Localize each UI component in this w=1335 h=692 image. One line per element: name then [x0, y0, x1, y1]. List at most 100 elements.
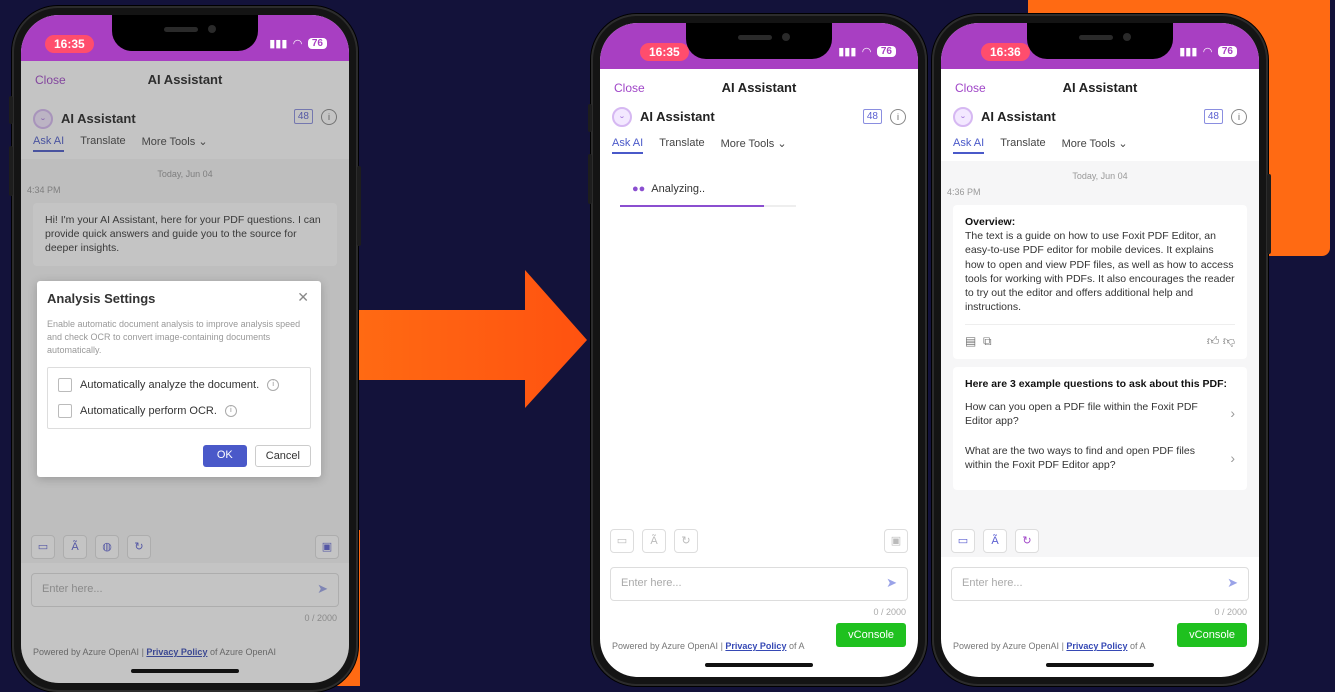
vconsole-button[interactable]: vConsole	[1177, 623, 1247, 647]
send-icon[interactable]: ➤	[886, 575, 897, 591]
cancel-button[interactable]: Cancel	[254, 445, 311, 468]
wifi-icon: ◠	[293, 38, 302, 50]
arrow-right-icon	[358, 270, 587, 408]
chat-area: ●● Analyzing..	[600, 161, 918, 557]
overview-text: The text is a guide on how to use Foxit …	[965, 230, 1235, 314]
nav-bar: Close AI Assistant	[600, 69, 918, 110]
analysis-progress	[620, 205, 796, 207]
battery-icon: 76	[307, 38, 327, 49]
refresh-icon[interactable]: ↻	[1015, 529, 1039, 553]
chevron-right-icon: ›	[1230, 405, 1235, 422]
info-icon[interactable]: i	[890, 109, 906, 125]
questions-message: Here are 3 example questions to ask abou…	[953, 367, 1247, 491]
thumbs-down-icon[interactable]: 👎︎	[1223, 334, 1235, 348]
dialog-title: Analysis Settings	[47, 291, 156, 306]
status-time: 16:36	[981, 43, 1030, 61]
info-icon[interactable]: i	[267, 379, 280, 392]
tab-translate[interactable]: Translate	[1000, 137, 1045, 154]
thumbs-up-icon[interactable]: 👍︎	[1207, 334, 1220, 348]
tab-ask-ai[interactable]: Ask AI	[953, 137, 985, 154]
status-time: 16:35	[640, 43, 689, 61]
tab-more-tools[interactable]: More Tools ⌄	[1062, 137, 1128, 154]
chevron-right-icon: ›	[1230, 449, 1235, 466]
close-icon[interactable]: ✕	[297, 289, 309, 306]
tab-more-tools[interactable]: More Tools ⌄	[721, 137, 787, 154]
status-time: 16:35	[45, 35, 94, 53]
assistant-logo-icon: ᵕ	[612, 107, 632, 127]
analysis-settings-dialog: Analysis Settings ✕ Enable automatic doc…	[37, 281, 321, 478]
refresh-icon[interactable]: ↻	[674, 529, 698, 553]
checkbox-ocr[interactable]	[58, 404, 72, 419]
info-icon[interactable]: i	[224, 405, 237, 418]
copy-icon[interactable]: ⧉	[983, 334, 992, 348]
chat-date: Today, Jun 04	[1072, 171, 1128, 181]
option-analyze[interactable]: Automatically analyze the document. i	[58, 372, 300, 398]
analyzing-indicator: ●● Analyzing..	[620, 173, 794, 205]
suggested-question[interactable]: How can you open a PDF file within the F…	[965, 392, 1235, 436]
home-indicator	[1046, 663, 1154, 667]
options-box: Automatically analyze the document. i Aut…	[47, 367, 311, 430]
chevron-down-icon: ⌄	[1118, 138, 1128, 150]
tab-bar: Ask AI Translate More Tools ⌄	[953, 137, 1128, 154]
info-icon[interactable]: i	[1231, 109, 1247, 125]
phone-screen: 16:35 ▮▮▮ ◠ 76 Close AI Assistant ᵕ AI Ass…	[21, 15, 349, 683]
translate-icon[interactable]: Ã	[983, 529, 1007, 553]
signal-icon: ▮▮▮	[269, 38, 288, 50]
nav-bar: Close AI Assistant	[941, 69, 1259, 110]
status-bar: 16:36 ▮▮▮ ◠ 76	[941, 23, 1259, 69]
overview-message: Overview: The text is a guide on how to …	[953, 205, 1247, 360]
privacy-policy-link[interactable]: Privacy Policy	[725, 641, 786, 651]
phone-screen: 16:36 ▮▮▮ ◠ 76 Close AI Assistant ᵕ AI Ass…	[941, 23, 1259, 677]
phone-screen: 16:35 ▮▮▮ ◠ 76 Close AI Assistant ᵕ AI Ass…	[600, 23, 918, 677]
checkbox-analyze[interactable]	[58, 378, 72, 393]
home-indicator	[705, 663, 813, 667]
ok-button[interactable]: OK	[202, 445, 247, 468]
notch	[1027, 23, 1173, 59]
questions-heading: Here are 3 example questions to ask abou…	[965, 378, 1227, 391]
notch	[112, 15, 258, 51]
tool-row: ▭ Ã ↻ ▣	[610, 529, 908, 553]
char-count: 0 / 2000	[1214, 607, 1247, 617]
summarize-icon[interactable]: ▭	[610, 529, 634, 553]
message-input[interactable]: Enter here... ➤	[610, 567, 908, 601]
summarize-icon[interactable]: ▭	[951, 529, 975, 553]
chevron-down-icon: ⌄	[777, 138, 787, 150]
wifi-icon: ◠	[862, 46, 871, 58]
dialog-description: Enable automatic document analysis to im…	[47, 319, 301, 356]
battery-icon: 76	[1217, 46, 1237, 57]
chat-time: 4:36 PM	[947, 187, 981, 197]
assistant-name: AI Assistant	[981, 109, 1056, 124]
input-placeholder: Enter here...	[962, 577, 1023, 589]
tab-bar: Ask AI Translate More Tools ⌄	[612, 137, 787, 154]
phone-analysis-result: 16:36 ▮▮▮ ◠ 76 Close AI Assistant ᵕ AI Ass…	[932, 14, 1271, 686]
input-placeholder: Enter here...	[621, 577, 682, 589]
chat-area: Today, Jun 04 4:36 PM Overview: The text…	[941, 161, 1259, 557]
home-indicator	[131, 669, 239, 673]
phone-analyzing: 16:35 ▮▮▮ ◠ 76 Close AI Assistant ᵕ AI Ass…	[588, 14, 927, 686]
suggested-question[interactable]: What are the two ways to find and open P…	[965, 436, 1235, 480]
notch	[686, 23, 832, 59]
option-ocr[interactable]: Automatically perform OCR. i	[58, 398, 300, 424]
comment-icon[interactable]: ▤	[965, 334, 976, 348]
overview-heading: Overview:	[965, 216, 1016, 228]
battery-icon: 76	[876, 46, 896, 57]
analysis-progress-fill	[620, 205, 765, 207]
save-icon[interactable]: ▣	[884, 529, 908, 553]
page-count-badge[interactable]: 48	[1203, 109, 1223, 124]
vconsole-button[interactable]: vConsole	[836, 623, 906, 647]
tab-ask-ai[interactable]: Ask AI	[612, 137, 644, 154]
assistant-header: ᵕ AI Assistant 48 i Ask AI Translate Mor…	[600, 107, 918, 162]
translate-icon[interactable]: Ã	[642, 529, 666, 553]
page-count-badge[interactable]: 48	[862, 109, 882, 124]
loading-dots-icon: ●●	[632, 183, 646, 195]
tab-translate[interactable]: Translate	[659, 137, 704, 154]
assistant-name: AI Assistant	[640, 109, 715, 124]
status-bar: 16:35 ▮▮▮ ◠ 76	[600, 23, 918, 69]
wifi-icon: ◠	[1203, 46, 1212, 58]
message-input[interactable]: Enter here... ➤	[951, 567, 1249, 601]
send-icon[interactable]: ➤	[1227, 575, 1238, 591]
phone-analysis-settings: 16:35 ▮▮▮ ◠ 76 Close AI Assistant ᵕ AI Ass…	[9, 6, 361, 692]
privacy-policy-link[interactable]: Privacy Policy	[1066, 641, 1127, 651]
char-count: 0 / 2000	[873, 607, 906, 617]
signal-icon: ▮▮▮	[1179, 46, 1198, 58]
